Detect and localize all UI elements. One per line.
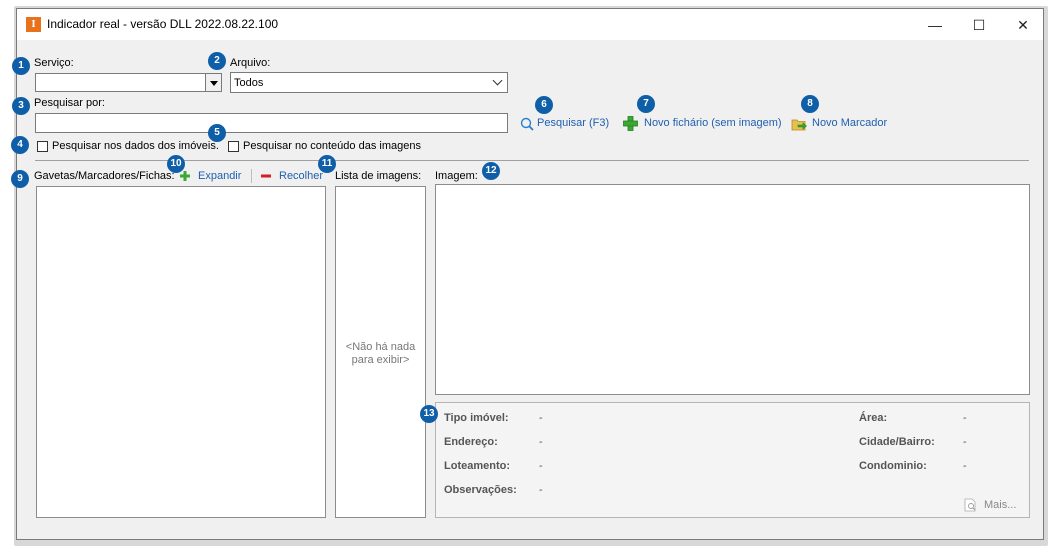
info-panel: Tipo imóvel: - Endereço: - Loteamento: -… bbox=[435, 402, 1030, 518]
chk-conteudo-imagens-label[interactable]: Pesquisar no conteúdo das imagens bbox=[243, 140, 421, 152]
chevron-down-icon bbox=[492, 75, 503, 86]
cidade-bairro-value: - bbox=[963, 436, 967, 448]
main-window: I Indicador real - versão DLL 2022.08.22… bbox=[11, 8, 1044, 540]
badge-3: 3 bbox=[12, 97, 30, 115]
badge-6: 6 bbox=[535, 96, 553, 114]
window-title: Indicador real - versão DLL 2022.08.22.1… bbox=[47, 17, 279, 31]
area-label: Área: bbox=[859, 412, 888, 424]
arquivo-value: Todos bbox=[234, 77, 264, 89]
badge-7: 7 bbox=[637, 95, 655, 113]
tree-panel[interactable] bbox=[36, 186, 326, 518]
servico-combo[interactable] bbox=[35, 73, 222, 92]
plus-icon bbox=[180, 171, 190, 181]
badge-4: 4 bbox=[11, 136, 29, 154]
servico-dropdown-icon[interactable] bbox=[205, 74, 221, 91]
chk-dados-imoveis[interactable] bbox=[37, 141, 48, 152]
condominio-label: Condominio: bbox=[859, 460, 927, 472]
search-icon bbox=[520, 117, 534, 131]
images-list-panel[interactable]: <Não há nada para exibir> bbox=[335, 186, 426, 518]
tipo-imovel-label: Tipo imóvel: bbox=[444, 412, 509, 424]
image-label: Imagem: bbox=[435, 170, 478, 182]
empty-message: <Não há nada para exibir> bbox=[336, 341, 425, 367]
empty-message-line2: para exibir> bbox=[351, 354, 410, 366]
header-divider bbox=[251, 169, 252, 183]
pesquisar-label[interactable]: Pesquisar (F3) bbox=[537, 117, 609, 129]
pesquisar-por-input[interactable] bbox=[35, 113, 508, 133]
images-list-label: Lista de imagens: bbox=[335, 170, 422, 182]
observacoes-label: Observações: bbox=[444, 484, 517, 496]
badge-8: 8 bbox=[801, 95, 819, 113]
title-bar: I Indicador real - versão DLL 2022.08.22… bbox=[17, 9, 1043, 40]
badge-9: 9 bbox=[11, 170, 29, 188]
endereco-label: Endereço: bbox=[444, 436, 498, 448]
tree-label: Gavetas/Marcadores/Fichas: bbox=[34, 170, 175, 182]
novo-marcador-label[interactable]: Novo Marcador bbox=[812, 117, 887, 129]
folder-arrow-icon bbox=[791, 119, 807, 131]
badge-5: 5 bbox=[208, 124, 226, 142]
novo-fichario-label[interactable]: Novo fichário (sem imagem) bbox=[644, 117, 782, 129]
expandir-label[interactable]: Expandir bbox=[198, 170, 241, 182]
loteamento-value: - bbox=[539, 460, 543, 472]
pesquisar-por-label: Pesquisar por: bbox=[34, 97, 105, 109]
badge-12: 12 bbox=[482, 162, 500, 180]
app-icon: I bbox=[26, 17, 41, 32]
cidade-bairro-label: Cidade/Bairro: bbox=[859, 436, 935, 448]
servico-label: Serviço: bbox=[34, 57, 74, 69]
area-value: - bbox=[963, 412, 967, 424]
minimize-button[interactable]: — bbox=[913, 13, 957, 37]
badge-11: 11 bbox=[318, 155, 336, 173]
condominio-value: - bbox=[963, 460, 967, 472]
mais-label[interactable]: Mais... bbox=[984, 499, 1016, 511]
recolher-label[interactable]: Recolher bbox=[279, 170, 323, 182]
badge-10: 10 bbox=[167, 155, 185, 173]
badge-1: 1 bbox=[12, 57, 30, 75]
badge-13: 13 bbox=[420, 405, 438, 423]
arquivo-label: Arquivo: bbox=[230, 57, 271, 69]
observacoes-value: - bbox=[539, 484, 543, 496]
maximize-button[interactable]: ☐ bbox=[957, 13, 1001, 37]
loteamento-label: Loteamento: bbox=[444, 460, 510, 472]
add-icon bbox=[623, 116, 638, 131]
tipo-imovel-value: - bbox=[539, 412, 543, 424]
chk-conteudo-imagens[interactable] bbox=[228, 141, 239, 152]
arquivo-select[interactable]: Todos bbox=[230, 72, 508, 93]
badge-2: 2 bbox=[208, 52, 226, 70]
empty-message-line1: <Não há nada bbox=[345, 341, 416, 353]
endereco-value: - bbox=[539, 436, 543, 448]
close-button[interactable]: ✕ bbox=[1001, 13, 1045, 37]
minus-icon bbox=[261, 174, 271, 178]
document-search-icon bbox=[964, 498, 976, 512]
image-preview-panel[interactable] bbox=[435, 184, 1030, 395]
chk-dados-imoveis-label[interactable]: Pesquisar nos dados dos imóveis. bbox=[52, 140, 219, 152]
